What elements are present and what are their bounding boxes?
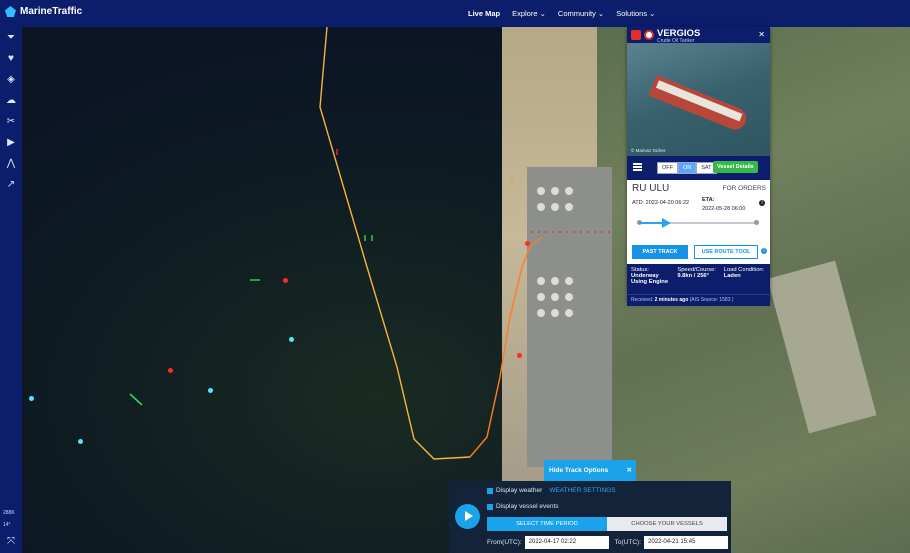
main-nav: Live Map Explore ⌄ Community ⌄ Solutions… <box>468 9 655 18</box>
fullscreen-icon[interactable]: ⤧ <box>4 535 18 549</box>
layers-icon[interactable]: ◈ <box>4 73 18 87</box>
display-weather-label: Display weather <box>496 487 543 494</box>
map-layer-toggle: OFF ON SAT <box>657 162 717 174</box>
track-options-panel: Display weather WEATHER SETTINGS Display… <box>449 481 731 553</box>
date-range: From(UTC): 2022-04-17 02:22 To(UTC): 202… <box>487 536 729 549</box>
from-date-input[interactable]: 2022-04-17 02:22 <box>524 536 609 549</box>
vessel-count: 288K <box>3 510 15 516</box>
voyage-info: RU ULU FOR ORDERS ATD: 2022-04-20 06:22 … <box>627 180 770 244</box>
logo-icon <box>5 6 16 17</box>
received-value: 2 minutes ago <box>654 297 689 303</box>
photo-credit: © Mariusz Sicher <box>631 148 666 153</box>
status-cell: Status: Underway Using Engine <box>631 267 673 294</box>
play-button[interactable] <box>455 504 480 529</box>
display-events-checkbox[interactable]: Display vessel events <box>487 503 559 510</box>
vessel-details-button[interactable]: Vessel Details <box>713 161 758 173</box>
close-icon[interactable]: ✕ <box>627 460 632 481</box>
popup-header: VERGIOS Crude Oil Tanker ✕ <box>627 27 770 44</box>
toggle-on[interactable]: ON <box>678 162 697 174</box>
vessel-icons <box>129 149 612 406</box>
to-date-input[interactable]: 2022-04-21 15:45 <box>644 536 729 549</box>
track-buttons: PAST TRACK USE ROUTE TOOL i <box>627 244 770 264</box>
brand-logo[interactable]: MarineTraffic <box>5 6 82 17</box>
display-weather-checkbox[interactable]: Display weather WEATHER SETTINGS <box>487 487 616 494</box>
vessel-status: Status: Underway Using Engine Speed/Cours… <box>627 264 770 294</box>
info-icon[interactable]: i <box>761 248 767 254</box>
info-icon[interactable]: i <box>759 200 765 206</box>
nav-solutions[interactable]: Solutions ⌄ <box>616 9 655 18</box>
tanker-type-icon <box>644 30 654 40</box>
ais-source[interactable]: (AIS Source: 1583 ) <box>690 297 734 303</box>
status-value: Underway Using Engine <box>631 273 669 285</box>
departure-port[interactable]: RU ULU <box>632 183 669 194</box>
nav-community[interactable]: Community ⌄ <box>558 9 604 18</box>
left-toolbar: ⏷ ♥ ◈ ☁ ✂ ▶ ⋀ ↗ 288K 14° ⤧ <box>0 27 22 553</box>
from-label: From(UTC): <box>487 539 522 546</box>
brand-name: MarineTraffic <box>20 6 83 17</box>
route-tool-button[interactable]: USE ROUTE TOOL <box>694 245 758 259</box>
speed-cell: Speed/Course: 9.8kn / 256° <box>677 267 719 294</box>
display-events-label: Display vessel events <box>496 503 559 510</box>
hide-track-options-button[interactable]: Hide Track Options ✕ <box>544 460 636 481</box>
analytics-icon[interactable]: ↗ <box>4 178 18 192</box>
load-value: Laden <box>723 273 741 279</box>
to-label: To(UTC): <box>614 539 642 546</box>
filter-icon[interactable]: ⏷ <box>4 31 18 45</box>
checkbox-icon <box>487 503 493 510</box>
weather-settings-link[interactable]: WEATHER SETTINGS <box>549 487 615 494</box>
speed-value: 9.8kn / 256° <box>677 273 709 279</box>
past-track-button[interactable]: PAST TRACK <box>632 245 688 259</box>
hide-track-label: Hide Track Options <box>549 467 609 474</box>
close-icon[interactable]: ✕ <box>758 30 765 39</box>
toggle-off[interactable]: OFF <box>657 162 678 174</box>
popup-toolbar: OFF ON SAT Vessel Details <box>627 156 770 180</box>
track-tabs: SELECT TIME PERIOD CHOOSE YOUR VESSELS <box>487 517 727 531</box>
load-cell: Load Condition: Laden <box>724 267 766 294</box>
vessel-photo[interactable]: © Mariusz Sicher <box>627 43 770 156</box>
heart-icon[interactable]: ♥ <box>4 52 18 66</box>
temperature: 14° <box>3 522 11 528</box>
flag-icon <box>631 30 641 40</box>
checkbox-icon <box>487 487 493 494</box>
nav-explore[interactable]: Explore ⌄ <box>512 9 546 18</box>
destination-dot <box>754 220 759 225</box>
menu-icon[interactable] <box>633 163 642 165</box>
live-map[interactable] <box>22 27 910 553</box>
vessel-arrow-icon <box>662 218 672 228</box>
route-icon[interactable]: ⋀ <box>4 157 18 171</box>
eta-time: 2022-05-28 06:00 <box>702 206 746 212</box>
vessel-popup: VERGIOS Crude Oil Tanker ✕ © Mariusz Sic… <box>627 27 770 306</box>
atd-time: ATD: 2022-04-20 06:22 <box>632 200 690 206</box>
received-label: Received: <box>631 297 654 303</box>
voyage-progress-bar <box>637 218 759 228</box>
play-icon[interactable]: ▶ <box>4 136 18 150</box>
measure-icon[interactable]: ✂ <box>4 115 18 129</box>
received-info: Received: 2 minutes ago (AIS Source: 158… <box>627 294 770 306</box>
weather-icon[interactable]: ☁ <box>4 94 18 108</box>
destination: FOR ORDERS <box>722 185 766 192</box>
tab-select-time[interactable]: SELECT TIME PERIOD <box>487 517 607 531</box>
ship-image <box>648 75 750 133</box>
top-navbar: MarineTraffic Live Map Explore ⌄ Communi… <box>0 0 910 27</box>
eta-label: ETA: <box>702 197 715 203</box>
nav-live-map[interactable]: Live Map <box>468 9 500 18</box>
tab-choose-vessels[interactable]: CHOOSE YOUR VESSELS <box>607 517 727 531</box>
